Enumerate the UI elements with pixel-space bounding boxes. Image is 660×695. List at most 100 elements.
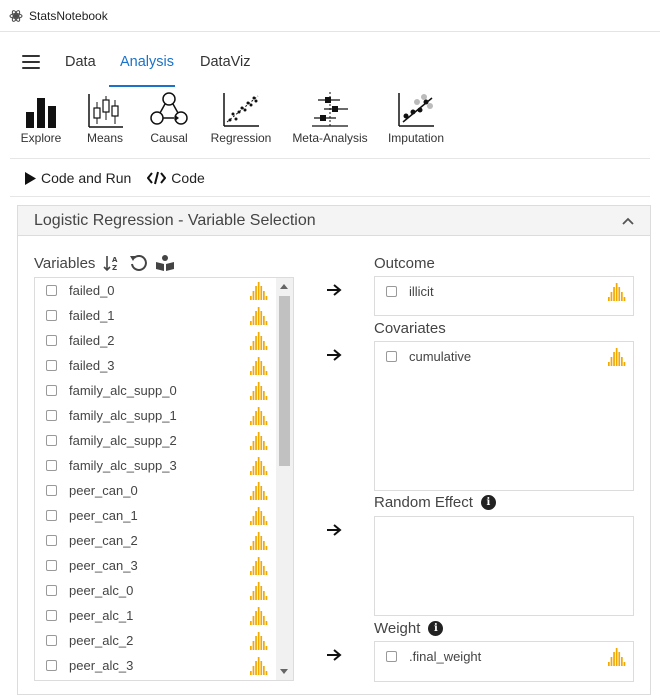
variable-checkbox[interactable] xyxy=(46,585,57,596)
weight-box[interactable]: .final_weight xyxy=(374,641,634,682)
weight-item[interactable]: .final_weight xyxy=(375,644,633,669)
variable-checkbox[interactable] xyxy=(46,335,57,346)
variable-checkbox[interactable] xyxy=(46,435,57,446)
causal-button[interactable]: Causal xyxy=(147,90,191,145)
variable-name: failed_0 xyxy=(69,283,115,298)
variable-item[interactable]: peer_can_1 xyxy=(35,503,275,528)
distribution-icon xyxy=(249,331,269,354)
outcome-label: Outcome xyxy=(374,255,435,272)
codebook-icon[interactable] xyxy=(155,254,175,272)
variable-checkbox[interactable] xyxy=(46,360,57,371)
covariate-item-checkbox[interactable] xyxy=(386,351,397,362)
variable-item[interactable]: family_alc_supp_1 xyxy=(35,403,275,428)
scroll-down-arrow-icon[interactable] xyxy=(280,669,288,674)
move-to-outcome-arrow-icon[interactable] xyxy=(326,283,342,297)
main-nav: Data Analysis DataViz xyxy=(0,33,660,88)
covariates-box[interactable]: cumulative xyxy=(374,341,634,491)
sort-alpha-icon[interactable]: A Z xyxy=(103,254,121,272)
menu-icon[interactable] xyxy=(22,55,40,69)
variable-checkbox[interactable] xyxy=(46,485,57,496)
variable-checkbox[interactable] xyxy=(46,560,57,571)
variable-item[interactable]: family_alc_supp_3 xyxy=(35,453,275,478)
outcome-item[interactable]: illicit xyxy=(375,279,633,304)
variable-item[interactable]: peer_can_3 xyxy=(35,553,275,578)
causal-graph-icon xyxy=(150,92,188,125)
outcome-box[interactable]: illicit xyxy=(374,276,634,316)
tab-data[interactable]: Data xyxy=(65,54,96,70)
info-icon[interactable]: i xyxy=(428,621,444,636)
code-button[interactable]: Code xyxy=(147,168,205,188)
info-icon[interactable]: i xyxy=(480,495,496,510)
regression-button[interactable]: Regression xyxy=(208,90,274,145)
variable-item[interactable]: failed_0 xyxy=(35,278,275,303)
variable-item[interactable]: peer_alc_3 xyxy=(35,653,275,678)
distribution-icon xyxy=(607,647,627,670)
tab-dataviz[interactable]: DataViz xyxy=(200,54,251,70)
distribution-icon xyxy=(249,531,269,554)
move-to-weight-arrow-icon[interactable] xyxy=(326,648,342,662)
distribution-icon xyxy=(249,356,269,379)
code-icon xyxy=(147,171,167,185)
panel-header[interactable]: Logistic Regression - Variable Selection xyxy=(18,206,650,236)
variable-item[interactable]: failed_1 xyxy=(35,303,275,328)
app-logo-icon xyxy=(9,9,23,22)
outcome-item-checkbox[interactable] xyxy=(386,286,397,297)
bar-chart-icon xyxy=(26,98,56,128)
variable-name: family_alc_supp_3 xyxy=(69,458,177,473)
variable-name: family_alc_supp_0 xyxy=(69,383,177,398)
variable-item[interactable]: peer_can_0 xyxy=(35,478,275,503)
distribution-icon xyxy=(249,431,269,454)
variable-name: peer_can_3 xyxy=(69,558,138,573)
variable-item[interactable]: family_alc_supp_2 xyxy=(35,428,275,453)
variable-checkbox[interactable] xyxy=(46,385,57,396)
variable-item[interactable]: failed_2 xyxy=(35,328,275,353)
means-button[interactable]: Means xyxy=(84,90,126,145)
variable-name: peer_alc_2 xyxy=(69,633,134,648)
variable-checkbox[interactable] xyxy=(46,660,57,671)
tab-analysis[interactable]: Analysis xyxy=(120,54,174,70)
variable-item[interactable]: peer_alc_0 xyxy=(35,578,275,603)
variable-name: peer_alc_3 xyxy=(69,658,134,673)
random-effect-box[interactable] xyxy=(374,516,634,616)
distribution-icon xyxy=(249,581,269,604)
covariate-item[interactable]: cumulative xyxy=(375,344,633,369)
meta-analysis-button[interactable]: Meta-Analysis xyxy=(289,90,371,145)
variable-checkbox[interactable] xyxy=(46,460,57,471)
distribution-icon xyxy=(249,631,269,654)
variable-list-scrollbar[interactable] xyxy=(276,278,293,680)
variable-item[interactable]: family_alc_supp_0 xyxy=(35,378,275,403)
reset-icon[interactable] xyxy=(129,254,148,272)
random-effect-label: Random Effect i xyxy=(374,494,496,511)
variable-checkbox[interactable] xyxy=(46,510,57,521)
explore-button[interactable]: Explore xyxy=(18,90,64,145)
variable-list[interactable]: failed_0 failed_1 failed_2 failed_3 family_a… xyxy=(34,277,294,681)
variable-checkbox[interactable] xyxy=(46,610,57,621)
move-to-random-effect-arrow-icon[interactable] xyxy=(326,523,342,537)
variable-item[interactable]: peer_alc_2 xyxy=(35,628,275,653)
distribution-icon xyxy=(249,556,269,579)
variable-checkbox[interactable] xyxy=(46,535,57,546)
scrollbar-thumb[interactable] xyxy=(279,296,290,466)
weight-item-checkbox[interactable] xyxy=(386,651,397,662)
variable-checkbox[interactable] xyxy=(46,285,57,296)
chevron-up-icon[interactable] xyxy=(622,217,634,225)
variable-name: family_alc_supp_1 xyxy=(69,408,177,423)
distribution-icon xyxy=(249,306,269,329)
variable-checkbox[interactable] xyxy=(46,310,57,321)
variable-checkbox[interactable] xyxy=(46,410,57,421)
variable-item[interactable]: peer_alc_1 xyxy=(35,603,275,628)
scroll-up-arrow-icon[interactable] xyxy=(280,284,288,289)
imputation-button[interactable]: Imputation xyxy=(386,90,446,145)
variable-checkbox[interactable] xyxy=(46,635,57,646)
code-and-run-button[interactable]: Code and Run xyxy=(24,168,131,188)
boxplot-icon xyxy=(88,94,123,128)
active-tab-indicator xyxy=(109,85,175,87)
distribution-icon xyxy=(249,281,269,304)
distribution-icon xyxy=(607,282,627,305)
imputation-scatter-icon xyxy=(398,93,434,127)
distribution-icon xyxy=(249,606,269,629)
variable-item[interactable]: failed_3 xyxy=(35,353,275,378)
move-to-covariates-arrow-icon[interactable] xyxy=(326,348,342,362)
variable-item[interactable]: peer_can_2 xyxy=(35,528,275,553)
distribution-icon xyxy=(249,656,269,679)
